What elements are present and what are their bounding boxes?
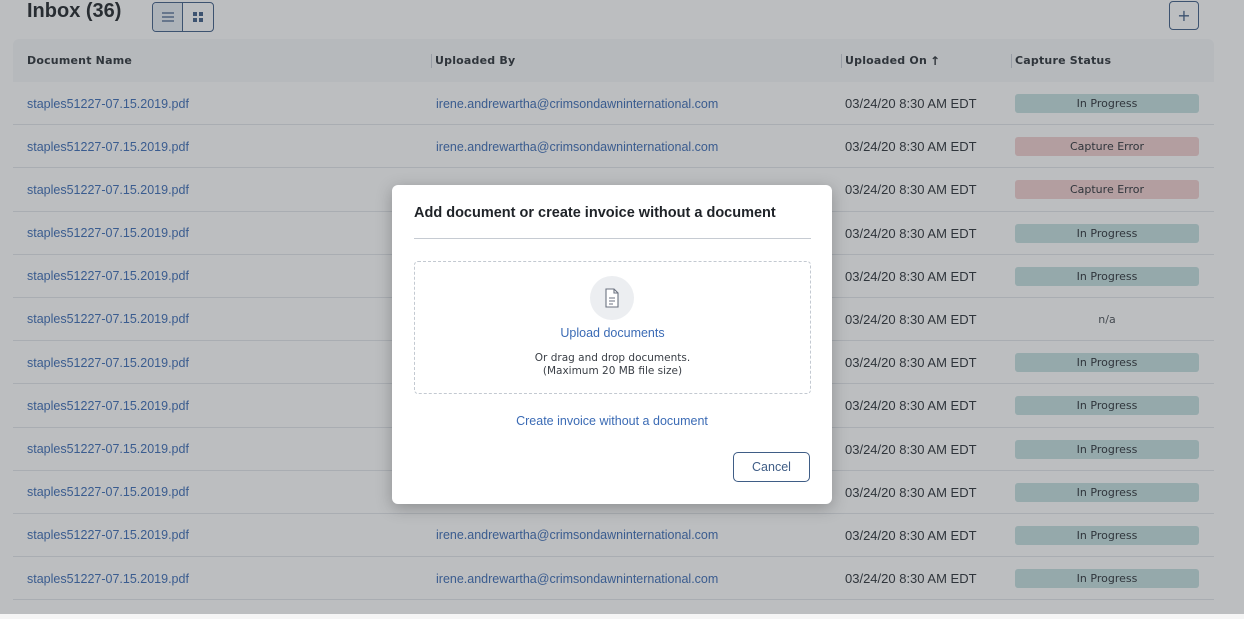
document-icon xyxy=(590,276,634,320)
bottom-strip xyxy=(0,614,1244,619)
drag-hint-line: Or drag and drop documents. xyxy=(534,352,691,364)
upload-documents-link[interactable]: Upload documents xyxy=(415,326,810,340)
dialog-title: Add document or create invoice without a… xyxy=(414,205,776,221)
drag-drop-hint: Or drag and drop documents. (Maximum 20 … xyxy=(415,352,810,378)
upload-dropzone[interactable]: Upload documents Or drag and drop docume… xyxy=(414,261,811,394)
create-invoice-link[interactable]: Create invoice without a document xyxy=(392,414,832,428)
add-document-dialog: Add document or create invoice without a… xyxy=(392,185,832,504)
cancel-button[interactable]: Cancel xyxy=(733,452,810,482)
dialog-divider xyxy=(414,238,811,239)
size-limit-line: (Maximum 20 MB file size) xyxy=(542,365,683,377)
